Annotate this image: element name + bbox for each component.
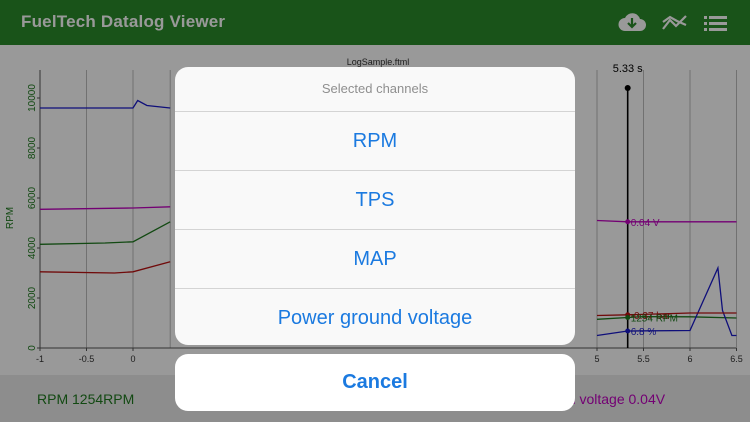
channel-option-tps[interactable]: TPS [175, 171, 575, 230]
action-sheet-title: Selected channels [175, 67, 575, 112]
cancel-button[interactable]: Cancel [175, 354, 575, 411]
channel-action-sheet: Selected channels RPM TPS MAP Power grou… [175, 67, 575, 345]
channel-option-rpm[interactable]: RPM [175, 112, 575, 171]
channel-option-power-ground-voltage[interactable]: Power ground voltage [175, 289, 575, 345]
channel-option-map[interactable]: MAP [175, 230, 575, 289]
